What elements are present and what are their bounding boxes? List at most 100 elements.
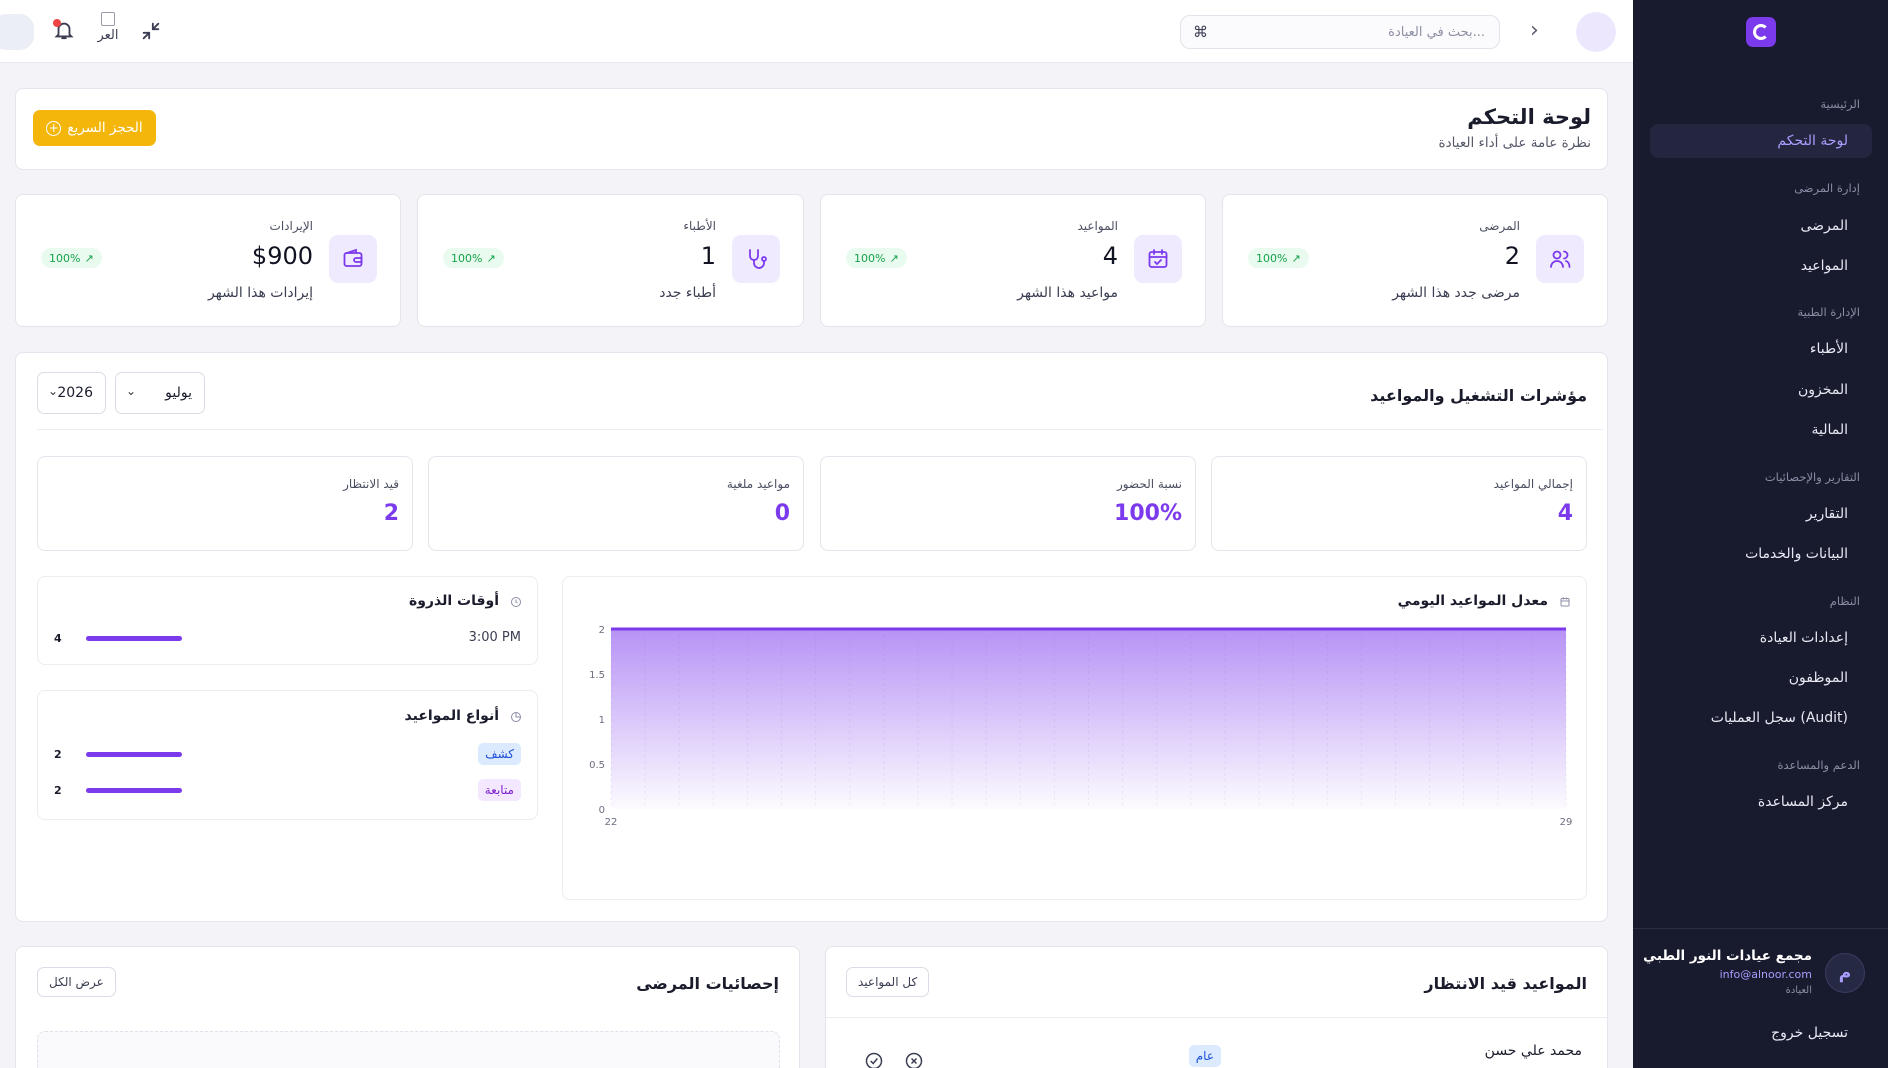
page-header: لوحة التحكم نظرة عامة على أداء العيادة +… (15, 88, 1608, 170)
x-tick-label: 29 (1560, 817, 1573, 828)
stat-card-doctors[interactable]: الأطباء 1 أطباء جدد 100% ↗ (417, 194, 804, 327)
trend-badge: 100% ↗ (41, 248, 102, 268)
kpi-attendance-rate: نسبة الحضور 100% (820, 456, 1196, 551)
language-label: العر (97, 28, 119, 43)
calendar-check-icon (1134, 235, 1182, 283)
peak-hour-bar (86, 636, 182, 641)
trend-up-icon: ↗ (889, 251, 899, 265)
kpi-cancelled: مواعيد ملغية 0 (428, 456, 804, 551)
sidebar-item-reports[interactable]: التقارير (1806, 506, 1848, 522)
y-tick-label: 2 (599, 625, 605, 636)
y-tick-label: 0.5 (589, 760, 605, 771)
cancel-circle-icon[interactable] (904, 1051, 924, 1068)
stat-card-appointments[interactable]: المواعيد 4 مواعيد هذا الشهر 100% ↗ (820, 194, 1206, 327)
sidebar-section-support: الدعم والمساعدة (1777, 758, 1861, 772)
sidebar-item-finance[interactable]: المالية (1811, 422, 1848, 438)
search-placeholder: بحث في العيادة... (1388, 25, 1485, 40)
command-key-icon: ⌘ (1193, 23, 1208, 41)
sidebar-item-audit-log[interactable]: سجل العمليات (Audit) (1711, 710, 1848, 726)
kpi-value: 100% (1114, 501, 1182, 526)
sidebar-section-patients: إدارة المرضى (1794, 181, 1860, 195)
sidebar-section-reports: التقارير والإحصائيات (1764, 470, 1860, 484)
card-divider (826, 1017, 1609, 1018)
stat-subtitle: أطباء جدد (659, 285, 716, 301)
sidebar-item-inventory[interactable]: المخزون (1798, 382, 1848, 398)
year-select[interactable]: 2026 ⌄ (37, 372, 106, 414)
kpi-label: إجمالي المواعيد (1493, 477, 1573, 491)
sidebar-section-medical: الإدارة الطبية (1797, 305, 1860, 319)
sidebar-divider (1633, 928, 1888, 929)
sidebar-item-doctors[interactable]: الأطباء (1810, 341, 1848, 357)
kpi-total-appointments: إجمالي المواعيد 4 (1211, 456, 1587, 551)
type-tag-exam: كشف (478, 743, 521, 765)
logout-button[interactable]: تسجيل خروج (1771, 1025, 1848, 1041)
sidebar-item-help-center[interactable]: مركز المساعدة (1758, 794, 1848, 810)
patient-type-tag: عام (1188, 1045, 1221, 1067)
type-tag-followup: متابعة (477, 779, 521, 801)
sidebar: الرئيسية لوحة التحكم إدارة المرضى المرضى… (1633, 0, 1888, 1068)
trend-value: 100% (49, 251, 81, 265)
org-email: info@alnoor.com (1719, 968, 1812, 981)
type-bar (86, 788, 182, 793)
chart-title: معدل المواعيد اليومي (1397, 593, 1548, 609)
stat-card-revenue[interactable]: الإيرادات $900 إيرادات هذا الشهر 100% ↗ (15, 194, 401, 327)
pending-appointments-card: المواعيد قيد الانتظار كل المواعيد محمد ع… (825, 946, 1609, 1068)
kpi-value: 0 (774, 501, 790, 526)
stat-label: المرضى (1479, 219, 1520, 233)
app-logo[interactable] (1746, 17, 1776, 47)
chevron-down-icon: ⌄ (126, 384, 137, 398)
org-name: مجمع عيادات النور الطبي (1643, 948, 1812, 964)
x-tick-label: 22 (605, 817, 618, 828)
chevron-down-icon: ⌄ (48, 384, 59, 398)
stat-label: الإيرادات (269, 219, 313, 233)
sidebar-item-appointments[interactable]: المواعيد (1801, 258, 1848, 274)
pending-patient-name: محمد علي حسن (1484, 1043, 1582, 1059)
sidebar-item-staff[interactable]: الموظفون (1789, 670, 1848, 686)
patient-stats-placeholder (37, 1031, 780, 1068)
y-tick-label: 1 (599, 715, 605, 726)
clock-icon (511, 597, 521, 607)
trend-up-icon: ↗ (84, 251, 94, 265)
sidebar-item-clinic-settings[interactable]: إعدادات العيادة (1760, 630, 1848, 646)
month-select[interactable]: يوليو ⌄ (115, 372, 205, 414)
theme-toggle[interactable] (0, 14, 34, 50)
appointment-types-title: أنواع المواعيد (404, 708, 499, 724)
notification-dot (53, 19, 61, 27)
view-all-button[interactable]: عرض الكل (37, 967, 116, 997)
peak-hour-count: 4 (54, 632, 62, 645)
type-count: 2 (54, 748, 62, 761)
kpi-label: نسبة الحضور (1116, 477, 1182, 491)
peak-hours-title: أوقات الذروة (408, 593, 499, 609)
peak-hours-panel: أوقات الذروة 3:00 PM 4 (37, 576, 538, 665)
confirm-circle-icon[interactable] (864, 1051, 884, 1068)
sidebar-section-main: الرئيسية (1820, 97, 1860, 111)
top-bar: › بحث في العيادة... ⌘ العر (0, 0, 1633, 63)
all-appointments-button[interactable]: كل المواعيد (846, 967, 930, 997)
stat-card-patients[interactable]: المرضى 2 مرضى جدد هذا الشهر 100% ↗ (1222, 194, 1608, 327)
user-avatar[interactable] (1576, 12, 1616, 52)
sidebar-item-dashboard[interactable]: لوحة التحكم (1777, 133, 1848, 149)
trend-badge: 100% ↗ (1248, 248, 1309, 268)
pie-icon (511, 712, 521, 722)
kpi-label: مواعيد ملغية (726, 477, 790, 491)
type-count: 2 (54, 784, 62, 797)
y-tick-label: 0 (599, 805, 605, 816)
logo-ring-icon (1753, 24, 1769, 40)
quick-booking-button[interactable]: + الحجز السريع (33, 110, 156, 146)
sidebar-item-data-services[interactable]: البيانات والخدمات (1745, 546, 1848, 562)
appointment-types-panel: أنواع المواعيد كشف 2 متابعة 2 (37, 690, 538, 820)
minimize-icon[interactable] (140, 20, 162, 42)
trend-value: 100% (854, 251, 886, 265)
quick-booking-label: الحجز السريع (67, 120, 143, 136)
page-subtitle: نظرة عامة على أداء العيادة (1438, 135, 1591, 151)
stat-value: 1 (700, 242, 716, 270)
trend-up-icon: ↗ (1291, 251, 1301, 265)
sidebar-item-patients[interactable]: المرضى (1800, 218, 1848, 234)
search-input[interactable]: بحث في العيادة... ⌘ (1180, 15, 1500, 49)
chart-area-fill (611, 629, 1566, 809)
language-switcher[interactable]: العر (95, 12, 121, 42)
chevron-right-icon[interactable]: › (1530, 18, 1539, 43)
kpi-pending: قيد الانتظار 2 (37, 456, 413, 551)
org-avatar[interactable]: م (1825, 953, 1865, 993)
kpi-label: قيد الانتظار (343, 477, 399, 491)
